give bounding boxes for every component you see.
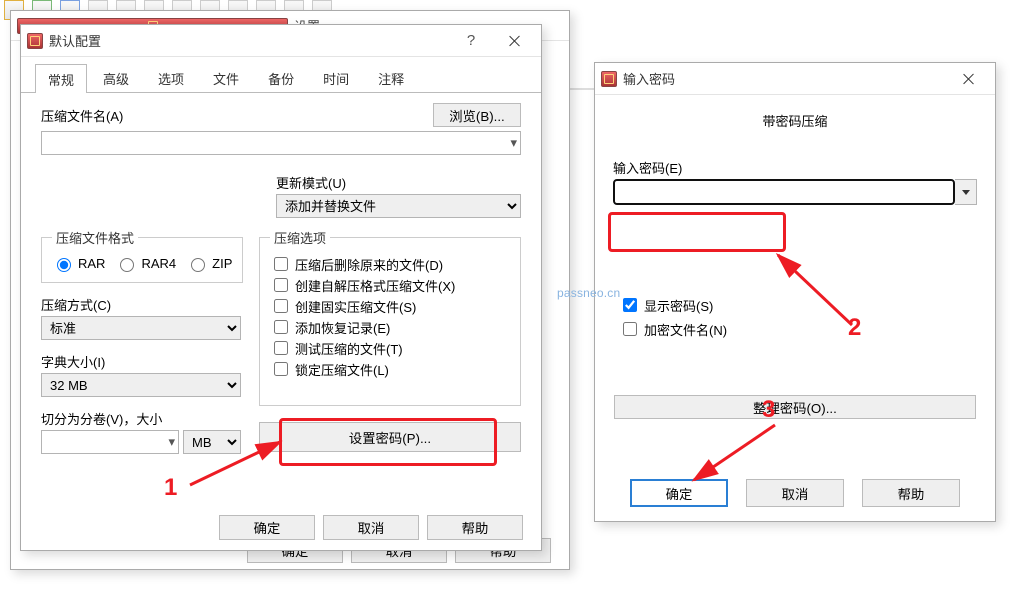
dialog1-ok-button[interactable]: 确定 xyxy=(219,515,315,540)
tab-options[interactable]: 选项 xyxy=(145,63,197,92)
dict-size-select[interactable]: 32 MB xyxy=(41,373,241,397)
password-dialog: 输入密码 带密码压缩 输入密码(E) 显示密码(S) 加密文件名(N) 整理密码… xyxy=(594,62,996,522)
opt-lock[interactable]: 锁定压缩文件(L) xyxy=(270,359,510,379)
tab-files[interactable]: 文件 xyxy=(200,63,252,92)
winrar-icon xyxy=(601,71,617,87)
opt-test[interactable]: 测试压缩的文件(T) xyxy=(270,338,510,358)
opt-solid[interactable]: 创建固实压缩文件(S) xyxy=(270,296,510,316)
update-mode-label: 更新模式(U) xyxy=(276,173,521,192)
compression-method-select[interactable]: 标准 xyxy=(41,316,241,340)
dialog1-titlebar: 默认配置 xyxy=(21,25,541,57)
update-mode-select[interactable]: 添加并替换文件 xyxy=(276,194,521,218)
annotation-number-1: 1 xyxy=(164,474,177,502)
tab-advanced[interactable]: 高级 xyxy=(90,63,142,92)
password-label: 输入密码(E) xyxy=(613,158,977,177)
set-password-button[interactable]: 设置密码(P)... xyxy=(259,422,521,452)
split-label: 切分为分卷(V)，大小 xyxy=(41,409,241,428)
archive-name-label: 压缩文件名(A) xyxy=(41,106,123,125)
dialog2-title: 输入密码 xyxy=(623,69,947,88)
dict-size-label: 字典大小(I) xyxy=(41,352,241,371)
organize-passwords-button[interactable]: 整理密码(O)... xyxy=(614,395,976,419)
dialog1-close-button[interactable] xyxy=(493,27,537,55)
winrar-icon xyxy=(27,33,43,49)
dialog1-footer: 确定 取消 帮助 xyxy=(21,515,541,540)
dialog2-close-button[interactable] xyxy=(947,65,991,93)
dialog2-cancel-button[interactable]: 取消 xyxy=(746,479,844,507)
options-fieldset: 压缩选项 压缩后删除原来的文件(D) 创建自解压格式压缩文件(X) 创建固实压缩… xyxy=(259,228,521,406)
help-icon xyxy=(467,32,475,49)
annotation-number-2: 2 xyxy=(848,314,861,342)
format-zip[interactable]: ZIP xyxy=(186,255,232,272)
annotation-number-3: 3 xyxy=(762,396,775,424)
split-unit-select[interactable]: MB xyxy=(183,430,241,454)
format-legend: 压缩文件格式 xyxy=(52,228,138,247)
tab-comment[interactable]: 注释 xyxy=(365,63,417,92)
dialog2-help-button[interactable]: 帮助 xyxy=(862,479,960,507)
dialog2-subtitle: 带密码压缩 xyxy=(613,111,977,130)
options-legend: 压缩选项 xyxy=(270,228,330,247)
browse-button[interactable]: 浏览(B)... xyxy=(433,103,521,127)
tabstrip: 常规 高级 选项 文件 备份 时间 注释 xyxy=(21,57,541,93)
opt-sfx[interactable]: 创建自解压格式压缩文件(X) xyxy=(270,275,510,295)
tab-general[interactable]: 常规 xyxy=(35,64,87,93)
compression-method-label: 压缩方式(C) xyxy=(41,295,241,314)
close-icon xyxy=(509,35,521,47)
close-icon xyxy=(963,73,975,85)
opt-delete-after[interactable]: 压缩后删除原来的文件(D) xyxy=(270,254,510,274)
dialog1-help-button[interactable]: 帮助 xyxy=(427,515,523,540)
split-size-input[interactable] xyxy=(41,430,179,454)
format-rar4[interactable]: RAR4 xyxy=(115,255,176,272)
show-password-checkbox[interactable]: 显示密码(S) xyxy=(619,295,977,315)
default-profile-dialog: 默认配置 常规 高级 选项 文件 备份 时间 注释 压缩文件名(A) 浏览(B)… xyxy=(20,24,542,551)
dialog2-titlebar: 输入密码 xyxy=(595,63,995,95)
dialog1-help-button[interactable] xyxy=(449,27,493,55)
password-dropdown-button[interactable] xyxy=(955,179,977,205)
dialog1-cancel-button[interactable]: 取消 xyxy=(323,515,419,540)
tab-backup[interactable]: 备份 xyxy=(255,63,307,92)
password-input[interactable] xyxy=(613,179,955,205)
dialog1-title: 默认配置 xyxy=(49,31,449,50)
dialog2-ok-button[interactable]: 确定 xyxy=(630,479,728,507)
watermark: passneo.cn xyxy=(557,286,620,300)
archive-name-input[interactable] xyxy=(41,131,521,155)
opt-recovery[interactable]: 添加恢复记录(E) xyxy=(270,317,510,337)
tab-time[interactable]: 时间 xyxy=(310,63,362,92)
format-rar[interactable]: RAR xyxy=(52,255,105,272)
dialog2-footer: 确定 取消 帮助 xyxy=(595,479,995,507)
encrypt-names-checkbox[interactable]: 加密文件名(N) xyxy=(619,319,977,339)
format-fieldset: 压缩文件格式 RAR RAR4 ZIP xyxy=(41,228,243,283)
